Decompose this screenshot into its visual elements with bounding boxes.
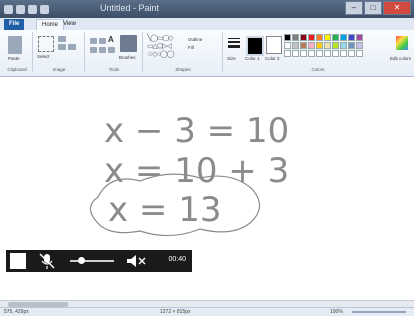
palette-swatch[interactable] (348, 34, 355, 41)
image-dimensions: 1272 × 815px (160, 309, 191, 315)
palette-swatch[interactable] (292, 34, 299, 41)
palette-swatch[interactable] (340, 50, 347, 57)
volume-slider-knob[interactable] (78, 257, 85, 264)
palette-swatch[interactable] (324, 34, 331, 41)
paste-icon[interactable] (8, 36, 22, 54)
equation-line-1: x − 3 = 10 (104, 111, 289, 151)
select-label: Select (37, 54, 50, 59)
quick-access-toolbar (4, 2, 49, 16)
palette-swatch[interactable] (300, 42, 307, 49)
zoom-slider[interactable] (352, 311, 406, 313)
palette-swatch[interactable] (316, 42, 323, 49)
image-group: Select Image (34, 32, 85, 72)
zoom-level: 100% (330, 309, 343, 315)
palette-swatch[interactable] (348, 50, 355, 57)
palette-swatch[interactable] (340, 34, 347, 41)
paint-window: Untitled - Paint – □ ✕ File Home View Pa… (0, 0, 414, 316)
palette-swatch[interactable] (356, 50, 363, 57)
magnifier-icon[interactable] (108, 47, 115, 53)
rotate-icon[interactable] (68, 44, 76, 50)
window-controls: – □ ✕ (345, 1, 411, 15)
cursor-position: 575, 429px (4, 309, 29, 315)
palette-swatch[interactable] (308, 42, 315, 49)
paint-app-icon (4, 4, 13, 14)
color1-swatch[interactable] (246, 36, 264, 56)
color-picker-icon[interactable] (99, 47, 106, 53)
status-bar: 575, 429px 1272 × 815px 100% (0, 307, 414, 316)
stop-button[interactable] (10, 253, 26, 269)
brushes-icon[interactable] (120, 35, 137, 52)
equation-line-3: x = 13 (108, 190, 222, 230)
color2-label: Color 2 (265, 56, 280, 61)
undo-icon[interactable] (28, 4, 37, 14)
color2-swatch[interactable] (266, 36, 282, 54)
tools-group-label: Tools (108, 67, 120, 72)
speaker-muted-icon[interactable] (126, 254, 146, 268)
save-icon[interactable] (16, 4, 25, 14)
shapes-gallery[interactable]: ╲◯▭▢◇ ▭△⬠▷◁ ☆◇○◯◯ (147, 35, 175, 59)
palette-swatch[interactable] (332, 42, 339, 49)
brushes-label: Brushes (119, 55, 136, 60)
tools-group: A Brushes Tools (86, 32, 143, 72)
crop-icon[interactable] (58, 36, 66, 42)
shapes-group: ╲◯▭▢◇ ▭△⬠▷◁ ☆◇○◯◯ Outline Fill Shapes (144, 32, 223, 72)
ribbon: Paste Clipboard Select Image A Brushes T… (0, 30, 414, 77)
palette-swatch[interactable] (292, 50, 299, 57)
size-label: Size (227, 56, 236, 61)
palette-swatch[interactable] (284, 34, 291, 41)
palette-swatch[interactable] (356, 42, 363, 49)
select-icon[interactable] (38, 36, 54, 52)
outline-label[interactable]: Outline (188, 37, 202, 42)
text-tool-icon[interactable]: A (108, 35, 114, 44)
fill-icon[interactable] (99, 38, 106, 44)
edit-colors-label: Edit colors (390, 56, 412, 61)
palette-swatch[interactable] (284, 50, 291, 57)
color-palette[interactable] (284, 34, 363, 57)
palette-swatch[interactable] (324, 50, 331, 57)
size-icon[interactable] (228, 36, 240, 50)
clipboard-group: Paste Clipboard (2, 32, 33, 72)
palette-swatch[interactable] (340, 42, 347, 49)
palette-swatch[interactable] (332, 50, 339, 57)
colors-group-label: Colors (311, 67, 325, 72)
palette-swatch[interactable] (348, 42, 355, 49)
image-group-label: Image (52, 67, 66, 72)
volume-slider[interactable] (70, 260, 114, 262)
tab-file[interactable]: File (4, 19, 25, 30)
palette-swatch[interactable] (356, 34, 363, 41)
color1-label: Color 1 (245, 56, 260, 61)
eraser-icon[interactable] (90, 47, 97, 53)
maximize-button[interactable]: □ (364, 1, 382, 15)
close-button[interactable]: ✕ (383, 1, 411, 15)
palette-swatch[interactable] (324, 42, 331, 49)
palette-swatch[interactable] (292, 42, 299, 49)
title-bar: Untitled - Paint – □ ✕ (0, 0, 414, 18)
paste-label: Paste (8, 56, 20, 61)
palette-swatch[interactable] (284, 42, 291, 49)
palette-swatch[interactable] (332, 34, 339, 41)
recording-player: 00:40 (6, 250, 192, 272)
redo-icon[interactable] (40, 4, 49, 14)
clipboard-group-label: Clipboard (7, 67, 27, 72)
palette-swatch[interactable] (316, 50, 323, 57)
equation-line-2: x = 10 + 3 (104, 151, 289, 191)
tab-view[interactable]: View (58, 19, 81, 30)
minimize-button[interactable]: – (345, 1, 363, 15)
palette-swatch[interactable] (300, 34, 307, 41)
resize-icon[interactable] (58, 44, 66, 50)
palette-swatch[interactable] (300, 50, 307, 57)
palette-swatch[interactable] (308, 34, 315, 41)
playback-time: 00:40 (168, 256, 186, 263)
fill-label[interactable]: Fill (188, 45, 194, 50)
shapes-group-label: Shapes (175, 67, 191, 72)
palette-swatch[interactable] (316, 34, 323, 41)
window-title: Untitled - Paint (100, 3, 160, 13)
microphone-muted-icon[interactable] (38, 252, 56, 270)
pencil-icon[interactable] (90, 38, 97, 44)
edit-colors-icon[interactable] (396, 36, 408, 50)
palette-swatch[interactable] (308, 50, 315, 57)
